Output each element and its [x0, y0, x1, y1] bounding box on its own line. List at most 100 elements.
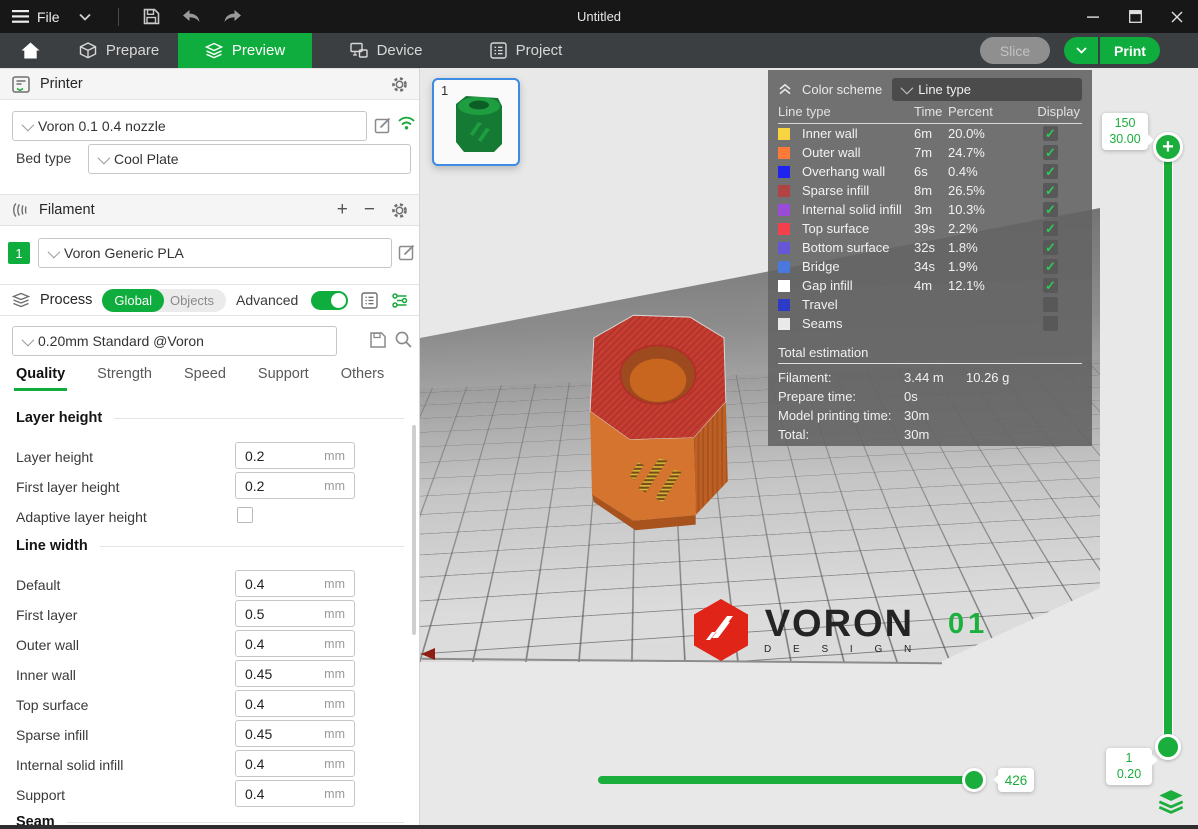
lw-first-layer-input[interactable]: 0.5mm: [235, 600, 355, 627]
display-checkbox[interactable]: [1043, 316, 1058, 331]
tab-project[interactable]: Project: [470, 33, 582, 68]
lw-sparse-infill-input[interactable]: 0.45mm: [235, 720, 355, 747]
layer-slider-add-button[interactable]: +: [1153, 132, 1183, 162]
total-row: Filament:3.44 m10.26 g: [778, 368, 1082, 387]
lw-inner-wall-input[interactable]: 0.45mm: [235, 660, 355, 687]
linetype-swatch: [778, 242, 790, 254]
add-filament-icon[interactable]: +: [337, 199, 348, 221]
display-checkbox[interactable]: ✓: [1043, 183, 1058, 198]
segment-objects[interactable]: Objects: [164, 293, 226, 308]
lw-support-input[interactable]: 0.4mm: [235, 780, 355, 807]
display-checkbox[interactable]: ✓: [1043, 240, 1058, 255]
process-search-icon[interactable]: [394, 330, 413, 349]
first-layer-height-input[interactable]: 0.2mm: [235, 472, 355, 499]
display-checkbox[interactable]: ✓: [1043, 164, 1058, 179]
chevron-down-icon: [22, 333, 35, 346]
lw-sparse-infill-label: Sparse infill: [16, 727, 88, 743]
tab-support[interactable]: Support: [258, 366, 309, 382]
plate-origin-arrow: [421, 648, 435, 660]
lw-default-input[interactable]: 0.4mm: [235, 570, 355, 597]
advanced-toggle[interactable]: [311, 291, 348, 310]
layer-slider-track[interactable]: [1163, 143, 1173, 743]
process-preset-select[interactable]: 0.20mm Standard @Voron: [12, 326, 337, 356]
process-list-icon[interactable]: [361, 292, 378, 309]
legend-row: Bridge 34s 1.9% ✓: [778, 257, 1082, 276]
home-button[interactable]: [10, 33, 50, 68]
layer-height-input[interactable]: 0.2mm: [235, 442, 355, 469]
printer-wifi-icon[interactable]: [397, 115, 416, 131]
process-layers-icon: [12, 292, 30, 308]
parameter-table-icon[interactable]: [391, 292, 409, 309]
layer-view-mode-icon[interactable]: [1157, 787, 1185, 815]
display-checkbox[interactable]: ✓: [1043, 221, 1058, 236]
voron-logo-subtext: D E S I G N: [758, 645, 921, 655]
tab-strength[interactable]: Strength: [97, 366, 152, 382]
tab-device[interactable]: Device: [330, 33, 442, 68]
preview-3d-viewport[interactable]: VORON D E S I G N 01: [420, 68, 1198, 825]
remove-filament-icon[interactable]: −: [364, 199, 375, 221]
move-slider-track[interactable]: [598, 776, 985, 784]
tab-preview[interactable]: Preview: [178, 33, 312, 68]
layer-slider-bottom-tooltip: 1 0.20: [1106, 748, 1152, 785]
total-row: Prepare time:0s: [778, 387, 1082, 406]
total-row: Model printing time:30m: [778, 406, 1082, 425]
plate-logo: VORON D E S I G N: [692, 592, 952, 668]
adaptive-layer-height-checkbox[interactable]: [237, 507, 253, 523]
sidebar-scrollbar[interactable]: [412, 425, 416, 635]
layer-slider-handle[interactable]: [1155, 734, 1181, 760]
legend-row: Seams: [778, 314, 1082, 333]
minimize-button[interactable]: [1072, 0, 1114, 33]
display-checkbox[interactable]: ✓: [1043, 202, 1058, 217]
bed-type-select[interactable]: Cool Plate: [88, 144, 411, 174]
collapse-panel-icon[interactable]: [778, 83, 792, 95]
chevron-down-icon: [98, 151, 111, 164]
segment-global[interactable]: Global: [102, 289, 164, 312]
main-tabbar: Prepare Preview Device Project Slice Pri…: [0, 33, 1198, 68]
linetype-swatch: [778, 318, 790, 330]
lw-outer-wall-input[interactable]: 0.4mm: [235, 630, 355, 657]
screen-bottom-edge: [0, 825, 1198, 829]
window-title: Untitled: [0, 9, 1198, 24]
slice-button-label: Slice: [1000, 43, 1030, 59]
lw-top-surface-input[interactable]: 0.4mm: [235, 690, 355, 717]
maximize-button[interactable]: [1114, 0, 1156, 33]
sliced-model[interactable]: [575, 306, 740, 531]
printer-preset-select[interactable]: Voron 0.1 0.4 nozzle: [12, 111, 367, 141]
printer-settings-gear-icon[interactable]: [391, 76, 408, 93]
cube-icon: [79, 42, 97, 59]
printer-edit-icon[interactable]: [374, 116, 392, 134]
legend-row: Top surface 39s 2.2% ✓: [778, 219, 1082, 238]
display-checkbox[interactable]: [1043, 297, 1058, 312]
color-scheme-select[interactable]: Line type: [892, 78, 1082, 101]
linetype-swatch: [778, 299, 790, 311]
global-objects-toggle[interactable]: Global Objects: [102, 289, 226, 312]
print-dropdown-button[interactable]: [1064, 37, 1098, 64]
close-button[interactable]: [1156, 0, 1198, 33]
legend-row: Outer wall 7m 24.7% ✓: [778, 143, 1082, 162]
tab-prepare-label: Prepare: [106, 42, 159, 59]
display-checkbox[interactable]: ✓: [1043, 278, 1058, 293]
display-checkbox[interactable]: ✓: [1043, 126, 1058, 141]
tab-others[interactable]: Others: [341, 366, 385, 382]
tab-prepare[interactable]: Prepare: [60, 33, 178, 68]
tab-quality[interactable]: Quality: [16, 366, 65, 382]
bed-type-value: Cool Plate: [114, 151, 179, 167]
tab-speed[interactable]: Speed: [184, 366, 226, 382]
voron-hexagon-icon: [692, 598, 750, 662]
print-button[interactable]: Print: [1100, 37, 1160, 64]
advanced-label: Advanced: [236, 292, 298, 308]
display-checkbox[interactable]: ✓: [1043, 145, 1058, 160]
filament-slot-badge[interactable]: 1: [8, 242, 30, 264]
tab-project-label: Project: [516, 42, 563, 59]
plate-thumbnail[interactable]: 1: [432, 78, 520, 166]
layer-height-label: Layer height: [16, 449, 93, 465]
process-save-icon[interactable]: [369, 331, 387, 349]
slice-button[interactable]: Slice: [980, 37, 1050, 64]
move-slider-handle[interactable]: [962, 768, 986, 792]
legend-table-header: Line type Time Percent Display: [778, 102, 1082, 124]
filament-preset-select[interactable]: Voron Generic PLA: [38, 238, 392, 268]
lw-internal-solid-infill-input[interactable]: 0.4mm: [235, 750, 355, 777]
filament-edit-icon[interactable]: [398, 243, 416, 261]
display-checkbox[interactable]: ✓: [1043, 259, 1058, 274]
filament-settings-gear-icon[interactable]: [391, 202, 408, 219]
